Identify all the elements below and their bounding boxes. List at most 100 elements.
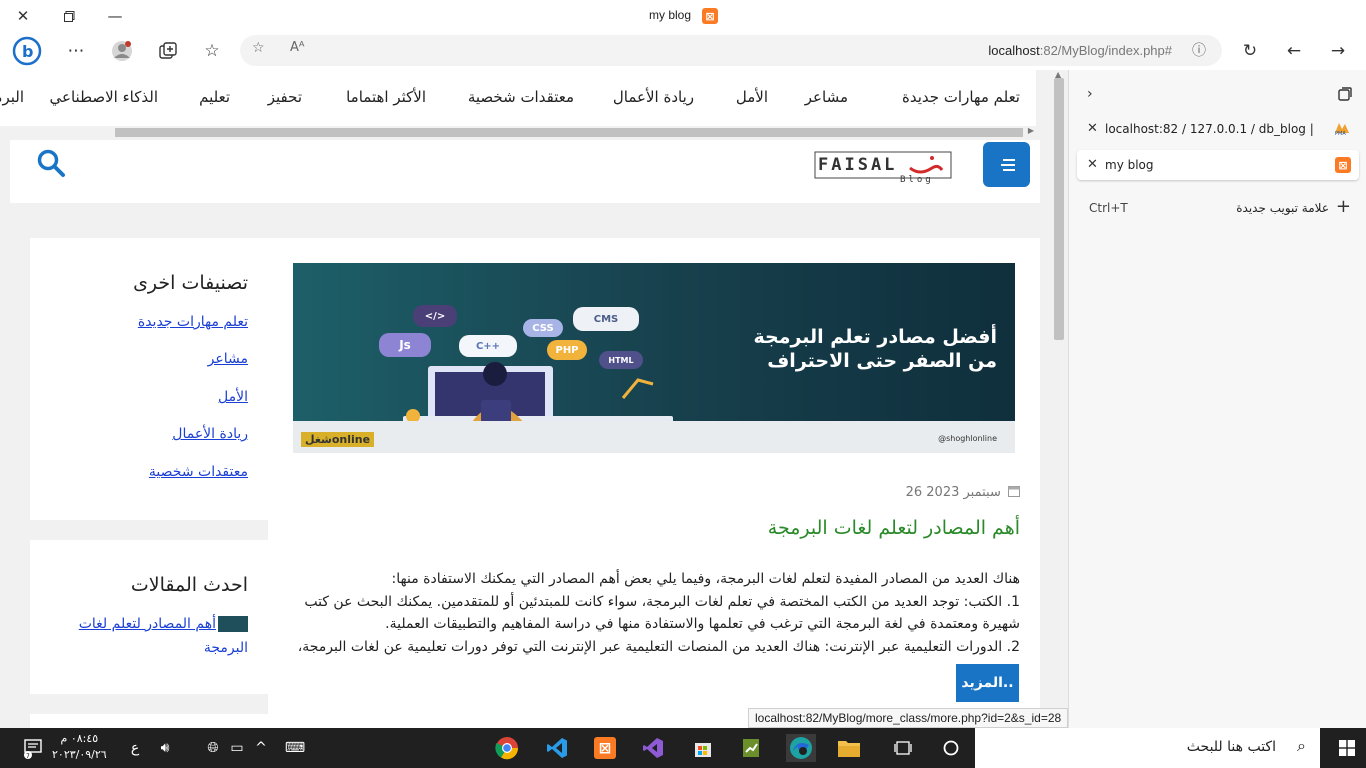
banner-headline-line2: من الصفر حتى الاحتراف — [767, 350, 997, 372]
sidebar-categories: تصنيفات اخرى تعلم مهارات جديدة مشاعر الأ… — [30, 238, 268, 520]
bing-copilot-icon[interactable]: b — [10, 36, 44, 66]
read-more-button[interactable]: المزيد.. — [956, 664, 1019, 702]
menu-item[interactable]: معتقدات شخصية — [468, 88, 574, 106]
url-text[interactable]: localhost:82/MyBlog/index.php# — [988, 43, 1172, 58]
cortana-icon[interactable] — [936, 734, 966, 762]
volume-icon[interactable]: 🔊︎ — [150, 734, 180, 762]
vertical-scrollbar-thumb[interactable] — [1054, 78, 1064, 340]
add-favorite-icon[interactable]: ☆ — [252, 40, 265, 56]
language-indicator[interactable]: ع — [120, 734, 150, 762]
back-arrow-icon[interactable]: ← — [1278, 36, 1310, 66]
banner-pill: PHP — [547, 340, 587, 360]
post-excerpt-line: هناك العديد من المصادر المفيدة لتعلم لغا… — [391, 571, 1020, 587]
site-info-icon[interactable]: ⓘ — [1192, 40, 1206, 60]
sidebar-categories-title: تصنيفات اخرى — [133, 272, 248, 294]
tab-title: my blog — [1105, 158, 1154, 172]
post-excerpt-line: 1. الكتب: توجد العديد من الكتب المختصة ف… — [304, 593, 1020, 610]
profile-avatar-icon[interactable] — [106, 36, 138, 66]
taskbar-search-box[interactable]: اكتب هنا للبحث ⌕ — [975, 728, 1320, 768]
site-header: FAISAL Blog — [10, 140, 1040, 203]
horizontal-scrollbar[interactable]: ▶ — [0, 126, 1036, 138]
more-options-icon[interactable]: ⋯ — [60, 36, 92, 66]
menu-item[interactable]: تعليم — [199, 88, 230, 106]
tab-my-blog[interactable]: ✕ my blog ⊠ — [1077, 150, 1359, 180]
expand-pane-chevron-icon[interactable]: › — [1087, 86, 1093, 102]
page-viewport: تعلم مهارات جديدة مشاعر الأمل ريادة الأع… — [0, 70, 1052, 728]
forward-arrow-icon[interactable]: → — [1322, 36, 1354, 66]
tab-phpmyadmin[interactable]: ✕ localhost:82 / 127.0.0.1 / db_blog | p… — [1077, 114, 1359, 144]
read-aloud-icon[interactable]: Aᴬ — [290, 40, 305, 55]
post-card: </> CMS CSS Js C++ PHP HTML أفضل مصادر ت… — [268, 238, 1040, 728]
show-hidden-icons-chevron-icon[interactable]: ^ — [246, 734, 276, 762]
vertical-scrollbar[interactable]: ▲ — [1052, 70, 1068, 728]
sidebar-category-link[interactable]: مشاعر — [208, 351, 248, 367]
clock-time: ٠٨:٤٥ م — [60, 732, 99, 745]
sheet-app-icon[interactable] — [736, 734, 766, 762]
menu-item[interactable]: ريادة الأعمال — [613, 88, 694, 106]
refresh-icon[interactable]: ↻ — [1234, 36, 1266, 66]
menu-item[interactable]: تحفيز — [268, 88, 302, 106]
svg-text:PMA: PMA — [1335, 131, 1346, 135]
menu-item[interactable]: الأكثر اهتماما — [346, 88, 426, 106]
svg-text:Blog: Blog — [900, 175, 934, 184]
post-date: 26 سبتمبر 2023 — [906, 485, 1020, 500]
recent-post-thumbnail[interactable] — [218, 616, 248, 632]
touch-keyboard-icon[interactable]: ⌨︎ — [280, 734, 310, 762]
menu-toggle-button[interactable] — [983, 142, 1030, 187]
edge-app-icon[interactable] — [786, 734, 816, 762]
notifications-icon[interactable]: 7 — [18, 734, 48, 762]
sidebar-category-link[interactable]: الأمل — [218, 389, 248, 405]
sidebar-category-link[interactable]: ريادة الأعمال — [172, 426, 248, 442]
sidebar-category-link[interactable]: تعلم مهارات جديدة — [138, 314, 248, 330]
close-tab-icon[interactable]: ✕ — [1087, 121, 1098, 136]
vertical-tabs-pane: › ✕ localhost:82 / 127.0.0.1 / db_blog |… — [1068, 70, 1366, 728]
minimize-window-icon[interactable]: — — [92, 0, 138, 32]
new-tab-button[interactable]: Ctrl+T علامة تبويب جديدة + — [1077, 193, 1359, 223]
tab-title: localhost:82 / 127.0.0.1 / db_blog | php… — [1105, 122, 1315, 136]
taskbar-search-placeholder: اكتب هنا للبحث — [1186, 739, 1276, 755]
svg-text:b: b — [22, 42, 33, 61]
xampp-favicon-icon: ⊠ — [702, 8, 718, 24]
favorites-list-icon[interactable]: ☆ — [196, 36, 228, 66]
post-title[interactable]: أهم المصادر لتعلم لغات البرمجة — [768, 517, 1020, 539]
address-bar[interactable]: ☆ Aᴬ localhost:82/MyBlog/index.php# ⓘ — [240, 35, 1222, 66]
banner-pill: C++ — [459, 335, 517, 357]
sidebar-category-link[interactable]: معتقدات شخصية — [149, 464, 248, 480]
banner-pill: CMS — [573, 307, 639, 331]
store-app-icon[interactable] — [688, 734, 718, 762]
recent-post-link[interactable]: أهم المصادر لتعلم لغات — [79, 616, 216, 632]
xampp-favicon-icon: ⊠ — [1335, 157, 1351, 173]
system-clock[interactable]: ٠٨:٤٥ م ٢٠٢٣/٠٩/٢٦ — [52, 731, 107, 763]
windows-start-icon[interactable] — [1328, 728, 1366, 768]
xampp-app-icon[interactable]: ⊠ — [590, 734, 620, 762]
new-tab-label: علامة تبويب جديدة — [1236, 201, 1329, 215]
post-banner-image[interactable]: </> CMS CSS Js C++ PHP HTML أفضل مصادر ت… — [293, 263, 1015, 453]
file-explorer-app-icon[interactable] — [834, 734, 864, 762]
restore-window-icon[interactable] — [46, 0, 92, 32]
tab-actions-icon[interactable] — [1338, 86, 1352, 105]
menu-item[interactable]: الأمل — [736, 88, 768, 106]
horizontal-scrollbar-thumb[interactable] — [115, 128, 1023, 137]
search-icon: ⌕ — [1297, 736, 1306, 755]
chrome-app-icon[interactable] — [492, 734, 522, 762]
sidebar-next-widget — [30, 714, 268, 728]
post-excerpt-line: 2. الدورات التعليمية عبر الإنترنت: هناك … — [297, 638, 1020, 655]
menu-item[interactable]: مشاعر — [805, 88, 848, 106]
visual-studio-app-icon[interactable] — [638, 734, 668, 762]
sidebar-recent-posts: احدث المقالات أهم المصادر لتعلم لغات الب… — [30, 540, 268, 694]
close-tab-icon[interactable]: ✕ — [1087, 157, 1098, 172]
banner-pill: Js — [379, 333, 431, 357]
banner-social-handle: @shoghlonline — [938, 434, 997, 443]
search-icon[interactable] — [36, 148, 66, 178]
menu-item[interactable]: البرمجة — [0, 88, 24, 106]
site-logo[interactable]: FAISAL Blog — [814, 148, 956, 185]
sidebar-recent-title: احدث المقالات — [130, 574, 248, 596]
menu-item[interactable]: تعلم مهارات جديدة — [902, 88, 1020, 106]
collections-icon[interactable] — [152, 36, 184, 66]
scroll-right-arrow-icon[interactable]: ▶ — [1028, 126, 1034, 135]
task-view-icon[interactable] — [888, 734, 918, 762]
banner-brand-logo: شغلonline — [301, 432, 375, 447]
close-window-icon[interactable]: ✕ — [0, 0, 46, 32]
vscode-app-icon[interactable] — [542, 734, 572, 762]
menu-item[interactable]: الذكاء الاصطناعي — [50, 88, 158, 106]
